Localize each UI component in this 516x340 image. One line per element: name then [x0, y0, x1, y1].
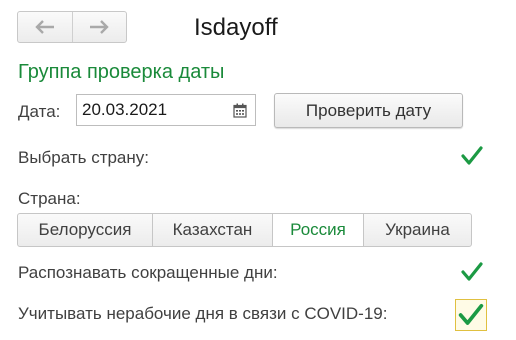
- country-option-russia[interactable]: Россия: [272, 214, 363, 246]
- choose-country-checkbox[interactable]: [459, 143, 485, 169]
- arrow-right-icon: [90, 20, 110, 34]
- calendar-button[interactable]: [225, 95, 255, 125]
- covid-days-label: Учитывать нерабочие дня в связи с COVID-…: [18, 304, 388, 323]
- back-button[interactable]: [18, 12, 72, 42]
- calendar-icon: [233, 103, 247, 118]
- date-label: Дата:: [18, 102, 61, 121]
- country-label: Страна:: [18, 189, 81, 208]
- date-field[interactable]: [76, 94, 256, 126]
- group-title: Группа проверка даты: [18, 61, 225, 83]
- date-input[interactable]: [77, 95, 225, 125]
- checkmark-icon: [458, 303, 484, 325]
- navigation-buttons: [17, 11, 127, 43]
- checkmark-icon: [461, 146, 483, 165]
- country-option-belarus[interactable]: Белоруссия: [18, 214, 152, 246]
- forward-button[interactable]: [71, 12, 126, 42]
- shortened-days-label: Распознавать сокращенные дни:: [18, 263, 278, 282]
- checkmark-icon: [461, 262, 483, 281]
- shortened-days-checkbox[interactable]: [459, 259, 485, 285]
- covid-days-checkbox[interactable]: [455, 299, 487, 331]
- country-option-kazakhstan[interactable]: Казахстан: [152, 214, 272, 246]
- country-selector: Белоруссия Казахстан Россия Украина: [17, 213, 472, 247]
- window-title: Isdayoff: [194, 14, 278, 41]
- choose-country-label: Выбрать страну:: [18, 148, 150, 167]
- check-date-button[interactable]: Проверить дату: [274, 93, 463, 128]
- arrow-left-icon: [35, 20, 54, 34]
- country-option-ukraine[interactable]: Украина: [363, 214, 471, 246]
